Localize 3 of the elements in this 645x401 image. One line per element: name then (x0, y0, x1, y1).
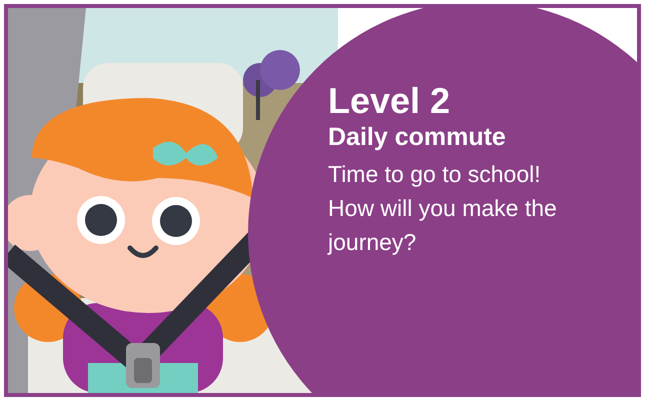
level-title: Level 2 (328, 81, 452, 121)
level-subtitle: Daily commute (328, 122, 507, 153)
level-description: Time to go to school! How will you make the journey? (328, 160, 558, 257)
